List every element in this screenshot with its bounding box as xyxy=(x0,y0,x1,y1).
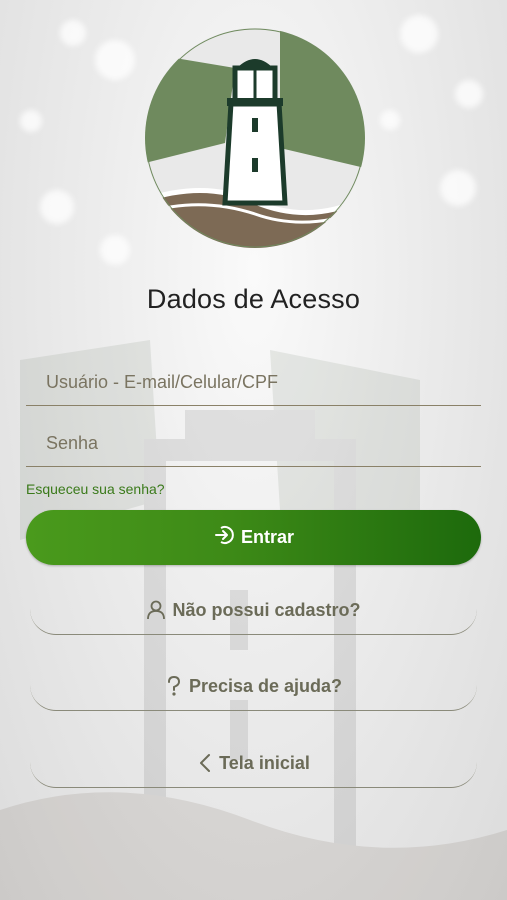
user-icon xyxy=(146,600,166,620)
forgot-password-link[interactable]: Esqueceu sua senha? xyxy=(26,481,165,497)
bokeh-light xyxy=(95,40,135,80)
username-input[interactable] xyxy=(26,359,481,405)
bokeh-light xyxy=(20,110,42,132)
bokeh-light xyxy=(440,170,476,206)
register-button-label: Não possui cadastro? xyxy=(172,599,361,620)
register-button[interactable]: Não possui cadastro? xyxy=(30,586,477,635)
username-field[interactable] xyxy=(26,359,481,406)
password-input[interactable] xyxy=(26,420,481,466)
page-title: Dados de Acesso xyxy=(146,284,361,314)
bokeh-light xyxy=(60,20,86,46)
bokeh-light xyxy=(400,15,438,53)
home-button[interactable]: Tela inicial xyxy=(30,739,477,788)
password-field[interactable] xyxy=(26,420,481,467)
login-button-label: Entrar xyxy=(240,527,294,547)
bokeh-light xyxy=(100,235,130,265)
help-button-label: Precisa de ajuda? xyxy=(188,675,343,696)
login-arrow-icon xyxy=(213,524,235,551)
lighthouse-logo xyxy=(145,28,365,248)
question-icon xyxy=(165,675,183,697)
bokeh-light xyxy=(455,80,483,108)
login-button[interactable]: Entrar xyxy=(26,510,481,565)
bokeh-light xyxy=(40,190,74,224)
home-button-label: Tela inicial xyxy=(219,752,310,773)
chevron-left-icon xyxy=(197,752,213,774)
help-button[interactable]: Precisa de ajuda? xyxy=(30,662,477,711)
bokeh-light xyxy=(380,110,400,130)
